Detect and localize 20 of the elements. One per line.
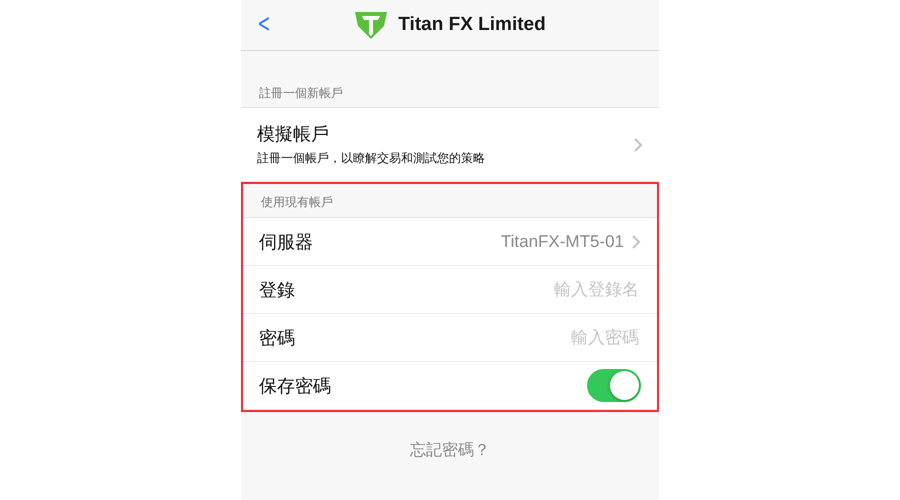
input-field[interactable]: 輸入登錄名 (497, 278, 641, 300)
chevron-icon (632, 234, 641, 248)
settings-row[interactable]: 伺服器 TitanFX-MT5-01 (243, 218, 657, 266)
row-label: 密碼 (259, 326, 296, 350)
settings-row[interactable]: 模擬帳戶 註冊一個帳戶，以瞭解交易和測試您的策略 (241, 108, 659, 182)
row-value: TitanFX-MT5-01 (500, 232, 624, 252)
chevron-icon (634, 138, 643, 152)
row-label: 模擬帳戶 (257, 123, 330, 146)
row-label: 登錄 (259, 278, 296, 302)
settings-row[interactable]: 密碼 輸入密碼 (243, 314, 657, 362)
row-label: 保存密碼 (259, 374, 332, 398)
app-title: Titan FX Limited (398, 14, 546, 36)
settings-row[interactable]: 保存密碼 (243, 362, 657, 410)
toggle-switch[interactable] (587, 369, 641, 402)
row-label: 伺服器 (259, 230, 314, 254)
row-subtitle: 註冊一個帳戶，以瞭解交易和測試您的策略 (257, 150, 486, 167)
input-field[interactable]: 輸入密碼 (497, 326, 641, 348)
back-button[interactable]: < (254, 10, 273, 38)
shield-logo-icon (354, 10, 388, 40)
settings-row[interactable]: 登錄 輸入登錄名 (243, 266, 657, 314)
